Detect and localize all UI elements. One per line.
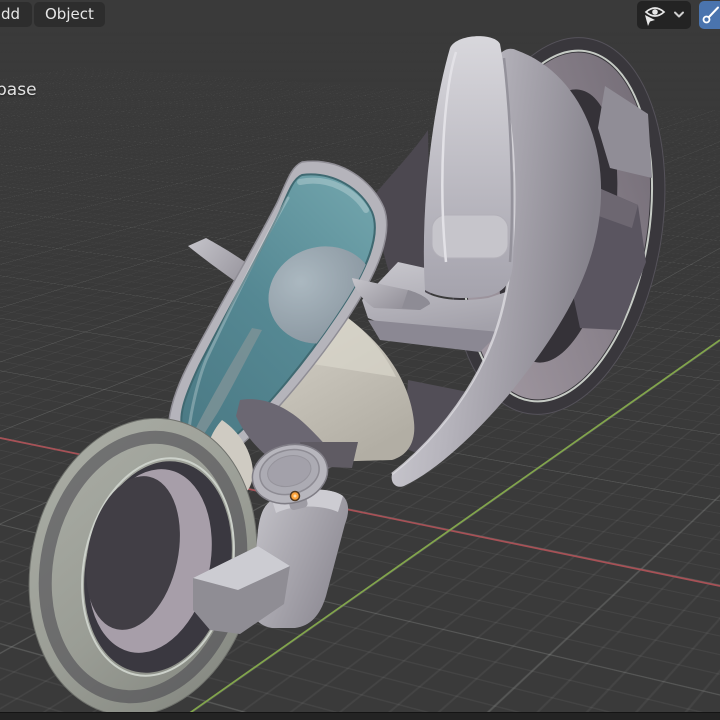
world-axes	[0, 339, 720, 720]
motorcycle-model	[28, 36, 666, 717]
active-object-label: base	[0, 80, 37, 100]
scene-svg	[0, 36, 720, 720]
gizmo-icon	[702, 6, 719, 24]
chevron-down-icon	[674, 11, 684, 18]
canopy-shell	[167, 160, 388, 466]
right-winglet	[352, 278, 430, 310]
menu-add-label: dd	[1, 5, 21, 23]
eye-cursor-icon	[644, 7, 666, 26]
canopy	[167, 160, 388, 466]
front-wheel	[28, 417, 258, 717]
y-axis-line	[178, 339, 720, 720]
swoop-arm	[391, 48, 602, 487]
seat-pan	[362, 262, 514, 352]
grid-floor	[0, 0, 720, 720]
canopy-glass	[180, 173, 376, 450]
glass-inner-edge	[187, 196, 290, 432]
body-shadow	[404, 380, 468, 462]
object-origin-point[interactable]	[289, 490, 301, 502]
foot-guard	[193, 546, 290, 634]
underbody-shadow	[300, 442, 358, 468]
x-axis-line	[0, 437, 720, 587]
rear-wheel	[450, 37, 666, 415]
glass-highlight	[297, 177, 369, 213]
3d-viewport[interactable]: dd Object base	[0, 0, 720, 720]
editor-bottom-edge	[0, 712, 720, 720]
seat-backrest	[423, 36, 514, 298]
cockpit-shadow-gap	[372, 130, 431, 302]
beige-claw	[204, 420, 253, 501]
rear-upper-wedge	[598, 86, 652, 178]
menu-object-label: Object	[45, 5, 94, 23]
side-pod	[564, 182, 646, 330]
show-gizmos-toggle[interactable]	[699, 1, 720, 29]
lower-arm	[250, 489, 349, 628]
left-winglet	[188, 238, 268, 302]
front-fork	[236, 399, 338, 476]
menu-add[interactable]: dd	[0, 2, 33, 27]
fuselage-beige	[258, 318, 415, 462]
menu-object[interactable]: Object	[34, 2, 105, 27]
headlight-disc	[251, 443, 329, 511]
cockpit-console	[196, 328, 262, 434]
object-visibility-dropdown[interactable]	[637, 1, 691, 29]
rider-dome	[268, 246, 375, 344]
grid-distance-fade	[0, 0, 720, 720]
